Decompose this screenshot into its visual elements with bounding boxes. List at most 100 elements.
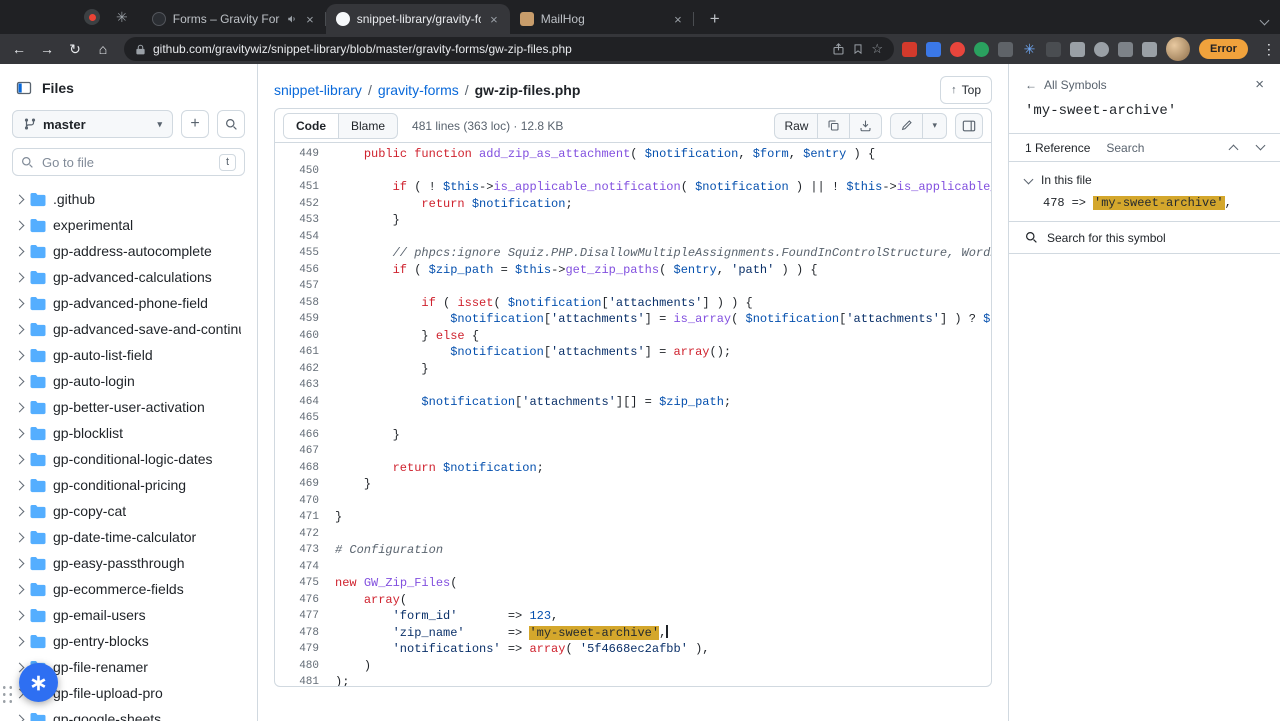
edit-pencil-icon[interactable] [891,113,924,138]
branch-selector[interactable]: master ▾ [12,110,173,138]
ext-green-icon[interactable] [974,41,989,57]
reference-item[interactable]: 478 => 'my-sweet-archive' , [1009,191,1280,221]
edit-dropdown-icon[interactable]: ▾ [923,114,946,138]
line-number[interactable]: 461 [275,344,335,361]
search-for-symbol-button[interactable]: Search for this symbol [1009,221,1280,254]
sidebar-folder-item[interactable]: gp-ecommerce-fields [8,576,249,602]
new-file-button[interactable]: + [181,110,209,138]
breadcrumb-repo-link[interactable]: snippet-library [274,82,362,98]
new-tab-button[interactable]: + [702,6,728,32]
line-number[interactable]: 474 [275,559,335,576]
line-number[interactable]: 475 [275,575,335,592]
sidebar-folder-item[interactable]: gp-copy-cat [8,498,249,524]
sidebar-folder-item[interactable]: gp-easy-passthrough [8,550,249,576]
recording-indicator-pinned-tab[interactable] [84,9,100,25]
ext-shield-icon[interactable] [1046,41,1061,57]
tab-blame[interactable]: Blame [339,114,397,138]
close-panel-icon[interactable]: × [1255,76,1264,93]
home-button[interactable]: ⌂ [90,36,116,62]
tab-close-icon[interactable]: × [488,12,500,27]
sidebar-folder-item[interactable]: gp-advanced-phone-field [8,290,249,316]
line-number[interactable]: 450 [275,163,335,180]
sidebar-folder-item[interactable]: gp-entry-blocks [8,628,249,654]
ext-blue-icon[interactable] [926,41,941,57]
all-symbols-back-link[interactable]: ← All Symbols [1025,78,1107,92]
sidebar-folder-item[interactable]: .github [8,186,249,212]
raw-button[interactable]: Raw [775,113,819,138]
browser-tab[interactable]: Forms – Gravity Forms ‹ Bl × [142,4,326,34]
line-number[interactable]: 455 [275,245,335,262]
sidebar-folder-item[interactable]: gp-advanced-calculations [8,264,249,290]
sidebar-folder-item[interactable]: gp-email-users [8,602,249,628]
line-number[interactable]: 468 [275,460,335,477]
in-this-file-section[interactable]: In this file [1009,162,1280,191]
line-number[interactable]: 459 [275,311,335,328]
collapse-sidebar-icon[interactable] [16,80,32,96]
line-number[interactable]: 449 [275,146,335,163]
line-number[interactable]: 457 [275,278,335,295]
line-number[interactable]: 465 [275,410,335,427]
star-icon[interactable]: ☆ [871,41,883,57]
line-number[interactable]: 477 [275,608,335,625]
line-number[interactable]: 467 [275,443,335,460]
line-number[interactable]: 478 [275,625,335,642]
line-number[interactable]: 456 [275,262,335,279]
line-number[interactable]: 471 [275,509,335,526]
reference-line-number[interactable]: 478 [1043,196,1065,210]
error-badge[interactable]: Error [1199,39,1248,59]
go-to-file-search[interactable]: t [12,148,245,176]
line-number[interactable]: 481 [275,674,335,686]
sidebar-folder-item[interactable]: gp-conditional-pricing [8,472,249,498]
browser-tab[interactable]: MailHog × [510,4,694,34]
line-number[interactable]: 469 [275,476,335,493]
share-icon[interactable] [832,42,845,56]
line-number[interactable]: 470 [275,493,335,510]
line-number[interactable]: 460 [275,328,335,345]
sidebar-folder-item[interactable]: gp-conditional-logic-dates [8,446,249,472]
widget-drag-handle[interactable] [1,684,14,705]
sidebar-folder-item[interactable]: gp-date-time-calculator [8,524,249,550]
tab-grid-icon[interactable] [1118,41,1133,57]
ext-wrench-icon[interactable] [1094,41,1109,57]
reload-button[interactable]: ↻ [62,36,88,62]
line-number[interactable]: 476 [275,592,335,609]
sidebar-folder-item[interactable]: experimental [8,212,249,238]
ext-adblock-icon[interactable] [902,41,917,57]
line-number[interactable]: 479 [275,641,335,658]
next-reference-icon[interactable] [1255,140,1266,151]
tab-close-icon[interactable]: × [672,12,684,27]
line-number[interactable]: 463 [275,377,335,394]
tab-search-chevron-icon[interactable] [1259,15,1270,26]
floating-widget-button[interactable]: ∗ [19,663,58,702]
line-number[interactable]: 451 [275,179,335,196]
search-tab-label[interactable]: Search [1106,141,1144,155]
search-files-button[interactable] [217,110,245,138]
line-number[interactable]: 458 [275,295,335,312]
previous-reference-icon[interactable] [1228,144,1239,155]
sidebar-folder-item[interactable]: gp-blocklist [8,420,249,446]
line-number[interactable]: 480 [275,658,335,675]
sidebar-folder-item[interactable]: gp-google-sheets [8,706,249,721]
line-number[interactable]: 473 [275,542,335,559]
tab-close-icon[interactable]: × [304,12,316,27]
browser-tab[interactable]: snippet-library/gravity-forms/g × [325,4,510,34]
sidebar-folder-item[interactable]: gp-auto-login [8,368,249,394]
symbols-panel-toggle[interactable] [955,112,983,139]
ext-gray-icon[interactable] [998,41,1013,57]
sidebar-folder-item[interactable]: gp-advanced-save-and-continue [8,316,249,342]
bookmark-icon[interactable] [852,43,864,55]
line-number[interactable]: 454 [275,229,335,246]
line-number[interactable]: 453 [275,212,335,229]
url-text[interactable]: github.com/gravitywiz/snippet-library/bl… [153,42,825,56]
back-button[interactable]: ← [6,36,32,62]
line-number[interactable]: 472 [275,526,335,543]
sidebar-folder-item[interactable]: gp-better-user-activation [8,394,249,420]
download-icon[interactable] [850,114,881,138]
go-to-file-input[interactable] [42,154,211,170]
line-number[interactable]: 464 [275,394,335,411]
side-panel-icon[interactable] [1142,41,1157,57]
tab-audio-icon[interactable] [287,14,297,24]
sidebar-folder-item[interactable]: gp-auto-list-field [8,342,249,368]
asterisk-pinned-tab[interactable]: ✳ [116,10,128,24]
profile-avatar[interactable] [1166,37,1190,61]
